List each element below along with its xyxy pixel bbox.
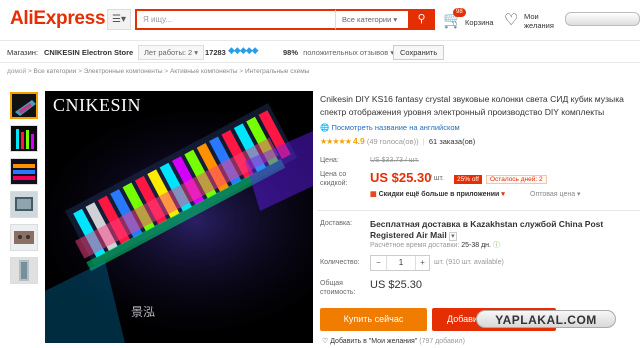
total-price: US $25.30 <box>370 279 422 291</box>
app-discount-link[interactable]: ▦ Скидки ещё больше в приложении ▾ <box>370 190 505 198</box>
rating-votes-link[interactable]: (49 голоса(ов)) <box>367 137 419 146</box>
help-icon: ⓘ <box>492 242 500 249</box>
overlay-decoration <box>565 12 640 26</box>
breadcrumb-integrated-circuits[interactable]: Интегральные схемы <box>245 68 309 75</box>
heart-icon: ♡ <box>322 338 329 345</box>
rating-row: ★★★★★ 4.9 (49 голоса(ов)) | 61 заказа(ов… <box>320 136 476 146</box>
add-to-wishlist-link[interactable]: ♡ Добавить в "Мои желания" (797 добавил) <box>322 337 465 345</box>
search-input[interactable]: Я ищу... <box>135 9 335 30</box>
price-label: Цена: <box>320 157 339 164</box>
image-signature: 景泓 <box>131 305 156 319</box>
thumbnail-6[interactable] <box>10 257 38 284</box>
quantity-input[interactable]: 1 <box>387 256 415 270</box>
store-label: Магазин: <box>7 48 39 57</box>
quantity-label: Количество: <box>320 259 360 266</box>
cart-link[interactable]: 🛒 98 Корзина <box>443 8 503 32</box>
rating-stars-icon: ★★★★★ <box>320 137 352 146</box>
thumbnail-4[interactable] <box>10 191 38 218</box>
product-main-image[interactable]: CNIKESIN 景泓 <box>45 91 313 343</box>
site-header: AliExpress ☰▾ Я ищу... Все категории ▾ ⚲… <box>0 0 640 40</box>
rating-value: 4.9 <box>352 136 365 146</box>
breadcrumb-home[interactable]: домой <box>7 68 26 75</box>
positive-feedback-percent: 98% <box>283 48 299 57</box>
thumbnail-3[interactable] <box>10 158 38 185</box>
shipping-method[interactable]: Бесплатная доставка в Kazakhstan службой… <box>370 219 620 242</box>
store-name-link[interactable]: CNIKESIN Electron Store <box>44 48 133 57</box>
heart-icon: ♡ <box>504 12 519 29</box>
thumbnail-2[interactable] <box>10 125 38 152</box>
wishlist-label: Мои желания <box>524 12 554 30</box>
quantity-decrease-button[interactable]: − <box>371 256 387 270</box>
wholesale-price-dropdown[interactable]: Оптовая цена ▾ <box>530 190 581 198</box>
quantity-stepper: − 1 + <box>370 255 430 271</box>
translate-icon: 🌐 <box>320 123 330 132</box>
save-store-button[interactable]: Сохранить <box>393 45 445 60</box>
category-select[interactable]: Все категории ▾ <box>335 9 408 30</box>
translate-title-link[interactable]: 🌐 Посмотреть название на английском <box>320 123 460 132</box>
aliexpress-logo[interactable]: AliExpress <box>10 8 106 30</box>
store-bar: Магазин: CNIKESIN Electron Store Лет раб… <box>0 40 640 63</box>
cart-count-badge: 98 <box>453 8 466 17</box>
total-label: Общая стоимость: <box>320 280 356 296</box>
positive-feedback-label: положительных отзывов ▾ <box>303 48 395 57</box>
breadcrumb-active-components[interactable]: Активные компоненты <box>170 68 238 75</box>
product-photo <box>45 91 313 343</box>
shipping-label: Доставка: <box>320 220 353 227</box>
quantity-available: шт. (910 шт. available) <box>434 259 504 266</box>
breadcrumb: домой > Все категории > Электронные комп… <box>7 68 310 75</box>
mobile-app-icon: ▦ <box>370 191 377 198</box>
breadcrumb-all-categories[interactable]: Все категории <box>34 68 77 75</box>
categories-menu-button[interactable]: ☰▾ <box>107 9 131 30</box>
site-watermark: YAPLAKAL.COM <box>476 310 616 328</box>
orders-count: 61 заказа(ов) <box>428 137 476 146</box>
diamond-rank-icon: ◆◆◆◆◆ <box>228 45 259 55</box>
store-years-badge: Лет работы: 2 ▾ <box>138 45 205 60</box>
discount-badge: 25% off <box>454 175 482 184</box>
price-unit: / шт. <box>430 175 444 182</box>
original-price: US $33.73 / шт. <box>370 157 419 164</box>
product-title: Cnikesin DIY KS16 fantasy crystal звуков… <box>320 94 624 117</box>
section-divider <box>317 210 640 211</box>
sale-price: US $25.30 <box>370 170 432 185</box>
thumbnail-5[interactable] <box>10 224 38 251</box>
days-left-badge: Осталось дней: 2 <box>486 175 547 184</box>
search-icon: ⚲ <box>417 13 426 25</box>
thumbnail-1[interactable] <box>10 92 38 119</box>
cart-label: Корзина <box>465 18 494 27</box>
breadcrumb-electronic-components[interactable]: Электронные компоненты <box>84 68 163 75</box>
search-button[interactable]: ⚲ <box>408 9 435 30</box>
product-brand-watermark: CNIKESIN <box>53 95 141 115</box>
quantity-increase-button[interactable]: + <box>415 256 429 270</box>
buy-now-button[interactable]: Купить сейчас <box>320 308 427 331</box>
store-score: 17283 <box>205 48 226 57</box>
wishlist-link[interactable]: ♡ Мои желания <box>504 8 564 32</box>
delivery-time: Расчётное время доставки: 25-38 дн. ⓘ <box>370 242 500 249</box>
discount-price-label: Цена со скидкой: <box>320 171 348 187</box>
